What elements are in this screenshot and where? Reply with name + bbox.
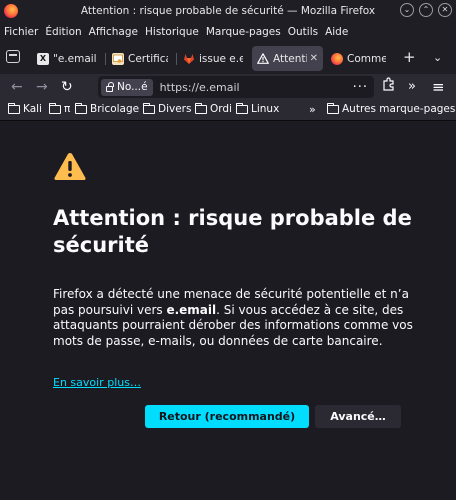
firefox-icon <box>331 52 343 65</box>
navigation-bar: ← → ↻ No...é https://e.email ··· » ≡ <box>0 74 456 100</box>
tab-close-icon[interactable]: ✕ <box>307 53 318 64</box>
tab-commen[interactable]: Commen <box>326 46 391 71</box>
bookmark-folder-kali[interactable]: Kali <box>7 102 42 115</box>
bookmark-folder-pi[interactable]: π <box>48 102 71 115</box>
gitlab-icon <box>183 53 195 65</box>
close-window-button[interactable]: ✕ <box>438 3 452 17</box>
page-actions-icon[interactable]: ··· <box>353 80 368 95</box>
tab-label: Certificat <box>128 52 168 65</box>
domain-name: e.email <box>166 302 217 317</box>
site-identity-button[interactable]: No...é <box>101 78 153 96</box>
bookmarks-toolbar: Kali π Bricolage Divers Ordi Linux » Aut… <box>0 100 456 121</box>
identity-label: No...é <box>117 81 148 93</box>
tab-label: "e.email" <box>53 52 97 65</box>
forward-arrow-icon[interactable]: → <box>36 78 48 96</box>
bookmark-folder-bricolage[interactable]: Bricolage <box>74 102 140 115</box>
advanced-button[interactable]: Avancé… <box>315 405 401 428</box>
bookmark-folder-other[interactable]: Autres marque-pages <box>326 102 456 115</box>
bookmarks-overflow-icon[interactable]: » <box>309 103 316 116</box>
url-text[interactable]: https://e.email <box>160 81 240 94</box>
folder-icon <box>194 102 207 114</box>
maximize-button[interactable]: ⌃ <box>419 3 433 17</box>
lock-icon <box>106 81 114 92</box>
bookmark-label: Bricolage <box>90 103 140 115</box>
learn-more-link[interactable]: En savoir plus… <box>53 376 141 389</box>
tab-overflow-chevron-icon[interactable]: ⌄ <box>433 51 442 64</box>
tab-label: Attenti <box>273 52 307 65</box>
bookmark-folder-linux[interactable]: Linux <box>235 102 280 115</box>
tab-label: issue e.e <box>199 52 243 65</box>
warning-triangle-icon <box>54 153 86 180</box>
extensions-icon[interactable] <box>382 77 395 98</box>
tab-email-search[interactable]: X "e.email" <box>32 46 102 71</box>
bookmark-label: Ordi <box>210 103 232 115</box>
new-tab-button[interactable]: + <box>403 50 416 65</box>
folder-icon <box>7 102 20 114</box>
bookmark-label: Linux <box>251 103 280 115</box>
bookmark-label: Autres marque-pages <box>342 103 456 115</box>
window-controls: ⌄ ⌃ ✕ <box>400 3 452 17</box>
menu-aide[interactable]: Aide <box>325 26 348 38</box>
firefox-logo-icon <box>4 4 18 18</box>
bookmark-label: π <box>64 103 71 115</box>
error-page: Attention : risque probable de sécurité … <box>0 121 456 500</box>
folder-icon <box>142 102 155 114</box>
folder-icon <box>326 102 339 114</box>
menu-outils[interactable]: Outils <box>288 26 318 38</box>
x-icon: X <box>37 52 49 65</box>
folder-icon <box>235 102 248 114</box>
warning-icon <box>257 53 269 65</box>
menu-affichage[interactable]: Affichage <box>89 26 138 38</box>
menu-fichier[interactable]: Fichier <box>4 26 38 38</box>
tab-certificat[interactable]: Certificat <box>107 46 173 71</box>
folder-icon <box>48 102 61 114</box>
window-title: Attention : risque probable de sécurité … <box>80 5 376 17</box>
back-arrow-icon[interactable]: ← <box>11 78 23 96</box>
page-title: Attention : risque probable de sécurité <box>53 206 412 257</box>
go-back-button[interactable]: Retour (recommandé) <box>145 405 309 428</box>
tab-bar: X "e.email" Certificat issue e.e Attenti… <box>0 41 456 74</box>
menu-edition[interactable]: Édition <box>45 26 81 38</box>
bookmark-folder-ordi[interactable]: Ordi <box>194 102 232 115</box>
folder-icon <box>74 102 87 114</box>
url-bar[interactable]: No...é https://e.email ··· <box>98 76 374 98</box>
error-description: Firefox a détecté une menace de sécurité… <box>53 287 413 349</box>
bookmark-label: Divers <box>158 103 192 115</box>
minimize-button[interactable]: ⌄ <box>400 3 414 17</box>
tab-attention-active[interactable]: Attenti ✕ <box>252 46 323 71</box>
title-bar: Attention : risque probable de sécurité … <box>0 0 456 22</box>
bookmark-label: Kali <box>23 103 42 115</box>
more-tools-icon[interactable]: » <box>408 77 416 97</box>
app-menu-icon[interactable]: ≡ <box>432 77 445 97</box>
bookmark-folder-divers[interactable]: Divers <box>142 102 192 115</box>
menu-marque-pages[interactable]: Marque-pages <box>206 26 281 38</box>
tab-label: Commen <box>347 52 386 65</box>
menu-historique[interactable]: Historique <box>145 26 199 38</box>
tab-issue[interactable]: issue e.e <box>178 46 248 71</box>
menu-bar: Fichier Édition Affichage Historique Mar… <box>0 22 456 41</box>
list-all-tabs-icon[interactable] <box>6 50 20 63</box>
reload-icon[interactable]: ↻ <box>61 78 73 96</box>
certificate-icon <box>112 52 124 65</box>
